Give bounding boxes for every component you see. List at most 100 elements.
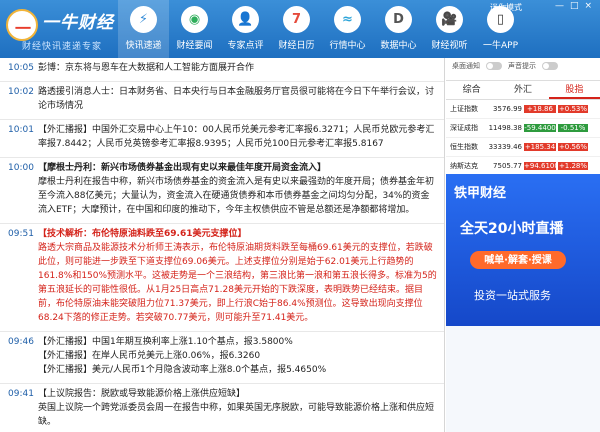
news-time: 09:46 [8,337,34,347]
market-value: 3576.99 [493,105,522,113]
promo-tag: 喊单·解套·授课 [470,251,566,269]
news-row: 09:41 【上议院报告：脱欧或导致能源价格上涨供应短缺】 [8,387,438,401]
promo-brand: 铁甲财经 [454,186,507,201]
data-icon: D [385,6,412,33]
nav-item-2[interactable]: 👤 专家点评 [220,0,271,58]
news-icon: ◉ [181,6,208,33]
nav-label: 财经要闻 [176,41,213,51]
nav-label: 数据中心 [380,41,417,51]
nav-item-1[interactable]: ◉ 财经要闻 [169,0,220,58]
news-item[interactable]: 09:51 【技术解析：布伦特原油料跌至69.61美元支撑位】路透大宗商品及能源技… [0,224,444,332]
nav-label: 快讯速递 [125,41,162,51]
news-time: 10:02 [8,87,34,97]
news-time: 10:05 [8,63,34,73]
sound-notify-switch[interactable] [542,62,558,70]
news-row: 10:01 【外汇播报】中国外汇交易中心上午10：00人民币兑美元参考汇率报6.3… [8,123,438,151]
news-headline: 彭博：京东将与恩车在大数据和人工智能方面展开合作 [38,63,255,73]
nav-label: 财经日历 [278,41,315,51]
maximize-icon[interactable]: □ [570,1,579,11]
news-item[interactable]: 09:41 【上议院报告：脱欧或导致能源价格上涨供应短缺】英国上议院一个跨党派委员… [0,384,444,432]
market-value: 33339.46 [488,143,522,151]
news-row: 09:46 【外汇播报】中国1年期互换利率上涨1.10个基点，报3.5800% [8,335,438,349]
tab-market-0[interactable]: 综合 [446,81,497,99]
news-item[interactable]: 10:00 【摩根士丹利：新兴市场债券基金出现有史以来最佳年度开局资金流入】摩根士… [0,158,444,224]
market-change: +94.6100 [524,162,559,170]
news-time: 10:00 [8,163,34,173]
market-row[interactable]: 深证成指 11498.38 -59.4400 -0.51% [446,119,600,138]
market-name: 恒生指数 [450,143,478,151]
market-value: 11498.38 [488,124,522,132]
nav-item-5[interactable]: D 数据中心 [373,0,424,58]
news-feed[interactable]: 10:05 彭博：京东将与恩车在大数据和人工智能方面展开合作 10:02 路透援引消息… [0,58,445,432]
news-row: 10:00 【摩根士丹利：新兴市场债券基金出现有史以来最佳年度开局资金流入】 [8,161,438,175]
title-bar: 一 一牛财经 财经快讯速递专家 ⚡ 快讯速递 ◉ 财经要闻 👤 专家点评 7 财经日历 ≈ 行情中… [0,0,600,58]
desktop-notify-label: 桌面通知 [452,62,480,70]
news-headline: 【外汇播报】中国1年期互换利率上涨1.10个基点，报3.5800% [38,337,293,347]
market-tabs: 综合 外汇 股指 [446,80,600,100]
window-controls: — □ × [555,1,592,11]
news-row: 09:51 【技术解析：布伦特原油料跌至69.61美元支撑位】 [8,227,438,241]
side-blank-area [446,326,600,432]
promo-banner[interactable]: 铁甲财经 全天20小时直播 喊单·解套·授课 投资一站式服务 [446,174,600,326]
market-percent: +0.53% [558,105,588,113]
news-headline: 【技术解析：布伦特原油料跌至69.61美元支撑位】 [38,229,247,239]
market-percent: +1.28% [558,162,588,170]
market-change: +18.86 [524,105,556,113]
news-body: 摩根士丹利在报告中称，新兴市场债券基金的资金流入是有史以来最强劲的年度开局；债券… [38,177,435,215]
news-item[interactable]: 10:01 【外汇播报】中国外汇交易中心上午10：00人民币兑美元参考汇率报6.3… [0,120,444,158]
market-name: 深证成指 [450,124,478,132]
desktop-notify-switch[interactable] [486,62,502,70]
news-headline: 路透援引消息人士：日本财务省、日本央行与日本金融服务厅官员很可能将在今日下午举行… [38,87,435,111]
sound-notify-label: 声音提示 [508,62,536,70]
logo-slogan: 财经快讯速递专家 [22,42,103,52]
market-icon: ≈ [334,6,361,33]
news-body: 路透大宗商品及能源技术分析师王涛表示，布伦特原油期货料跌至每桶69.61美元的支… [38,243,437,323]
news-time: 09:51 [8,229,34,239]
market-value: 7505.77 [493,162,522,170]
app-logo: 一 一牛财经 财经快讯速递专家 [6,5,114,53]
promo-title: 全天20小时直播 [460,221,564,237]
news-body: 【外汇播报】美元/人民币1个月隐含波动率上涨8.0个基点，报5.4650% [38,365,327,375]
news-headline: 【上议院报告：脱欧或导致能源价格上涨供应短缺】 [38,389,246,399]
market-row[interactable]: 上证指数 3576.99 +18.86 +0.53% [446,100,600,119]
calendar-icon: 7 [283,6,310,33]
video-icon: 🎥 [436,6,463,33]
news-item[interactable]: 09:46 【外汇播报】中国1年期互换利率上涨1.10个基点，报3.5800% 【外… [0,332,444,384]
market-change: -59.4400 [524,124,556,132]
market-row[interactable]: 恒生指数 33339.46 +185.34 +0.56% [446,138,600,157]
mini-mode-button[interactable]: 迷你模式 [490,2,552,14]
nav-item-0[interactable]: ⚡ 快讯速递 [118,0,169,58]
nav-label: 行情中心 [329,41,366,51]
market-table: 上证指数 3576.99 +18.86 +0.53% 深证成指 11498.38 -59.4… [446,100,600,176]
main-nav: ⚡ 快讯速递 ◉ 财经要闻 👤 专家点评 7 财经日历 ≈ 行情中心 D 数据中心 🎥 财经视听 ▯ 一牛AP… [118,0,526,58]
notification-toggles: 桌面通知 声音提示 [446,58,600,74]
market-name: 纳斯达克 [450,162,478,170]
news-row: 10:05 彭博：京东将与恩车在大数据和人工智能方面展开合作 [8,61,438,75]
news-body: 【外汇播报】在岸人民币兑美元上涨0.06%，报6.3260 [38,351,261,361]
news-row: 10:02 路透援引消息人士：日本财务省、日本央行与日本金融服务厅官员很可能将在今… [8,85,438,113]
promo-subtitle: 投资一站式服务 [474,289,551,302]
nav-label: 专家点评 [227,41,264,51]
nav-label: 财经视听 [431,41,468,51]
nav-item-4[interactable]: ≈ 行情中心 [322,0,373,58]
logo-mark-icon: 一 [6,9,38,41]
news-time: 10:01 [8,125,34,135]
news-item[interactable]: 10:02 路透援引消息人士：日本财务省、日本央行与日本金融服务厅官员很可能将在今… [0,82,444,120]
market-change: +185.34 [524,143,556,151]
expert-icon: 👤 [232,6,259,33]
news-time: 09:41 [8,389,34,399]
logo-name: 一牛财经 [42,13,114,33]
news-headline: 【外汇播报】中国外汇交易中心上午10：00人民币兑美元参考汇率报6.3271；人… [38,125,435,149]
minimize-icon[interactable]: — [555,1,564,11]
nav-item-6[interactable]: 🎥 财经视听 [424,0,475,58]
news-item[interactable]: 10:05 彭博：京东将与恩车在大数据和人工智能方面展开合作 [0,58,444,82]
news-headline: 【摩根士丹利：新兴市场债券基金出现有史以来最佳年度开局资金流入】 [38,163,327,173]
tab-market-2[interactable]: 股指 [548,81,600,99]
tab-market-1[interactable]: 外汇 [497,81,548,99]
news-body: 英国上议院一个跨党派委员会周一在报告中称，如果英国无序脱欧，可能导致能源价格上涨… [38,403,435,427]
lightning-icon: ⚡ [130,6,157,33]
nav-item-3[interactable]: 7 财经日历 [271,0,322,58]
market-percent: -0.51% [558,124,588,132]
close-icon[interactable]: × [585,1,593,11]
app-window: 一 一牛财经 财经快讯速递专家 ⚡ 快讯速递 ◉ 财经要闻 👤 专家点评 7 财经日历 ≈ 行情中… [0,0,600,432]
